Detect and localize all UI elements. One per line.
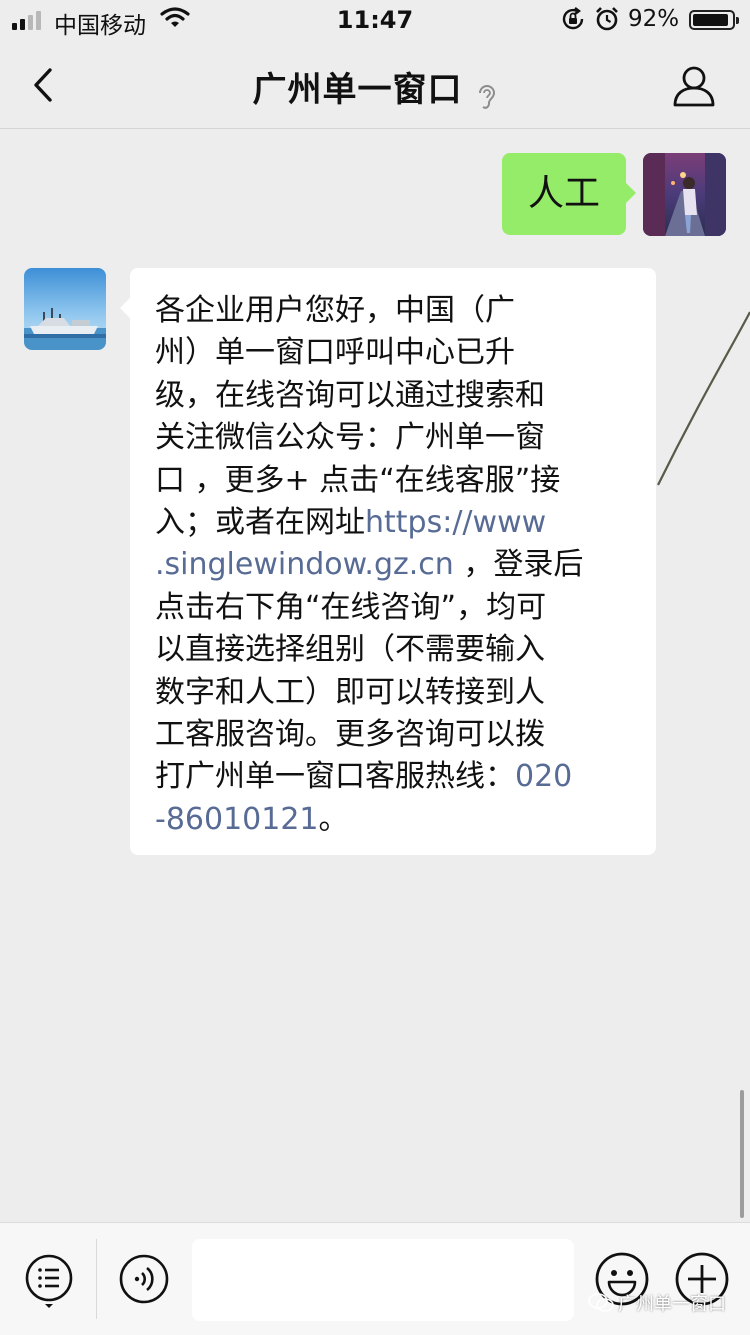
outgoing-message-text: 人工 (528, 173, 601, 214)
message-line: 点击右下角“在线咨询”，均可 (155, 587, 634, 629)
message-text: 数字和人工）即可以转接到人 (155, 674, 545, 710)
voice-icon[interactable] (118, 1253, 170, 1305)
message-line: 口 ，更多+ 点击“在线客服”接 (155, 460, 634, 502)
battery-icon (689, 10, 739, 30)
official-account-avatar-image (24, 268, 106, 350)
message-link[interactable]: .singlewindow.gz.cn (155, 547, 454, 582)
message-line: 级，在线咨询可以通过搜索和 (155, 375, 634, 417)
incoming-message-bubble[interactable]: 各企业用户您好，中国（广 州）单一窗口呼叫中心已升 级，在线咨询可以通过搜索和 关注微… (120, 268, 656, 855)
chat-input-bar (0, 1222, 750, 1335)
battery-percentage: 92% (628, 6, 680, 32)
outgoing-message-bubble[interactable]: 人工 (502, 153, 637, 235)
my-avatar-image (643, 153, 726, 236)
message-line: 工客服咨询。更多咨询可以拨 (155, 714, 634, 756)
orientation-lock-icon (562, 7, 584, 30)
chat-title-wrap: 广州单一窗口 (0, 62, 750, 112)
watermark: 广州单一窗口 (588, 1290, 726, 1316)
message-text: 工客服咨询。更多咨询可以拨 (155, 717, 545, 753)
message-line: 打广州单一窗口客服热线：020 (155, 756, 634, 798)
message-text: 入；或者在网址 (155, 505, 365, 541)
message-line: 以直接选择组别（不需要输入 (155, 629, 634, 671)
chat-title: 广州单一窗口 (252, 70, 463, 110)
message-text: 州）单一窗口呼叫中心已升 (155, 335, 515, 371)
message-text: 打广州单一窗口客服热线： (155, 759, 515, 795)
nav-bar: 广州单一窗口 (0, 40, 750, 129)
scrollbar-thumb[interactable] (740, 1090, 744, 1218)
official-account-avatar[interactable] (24, 268, 106, 350)
message-text: 各企业用户您好，中国（广 (155, 293, 515, 328)
message-text: 口 ，更多+ 点击“在线客服”接 (155, 462, 561, 498)
message-line: 州）单一窗口呼叫中心已升 (155, 332, 634, 374)
ear-icon (478, 84, 495, 109)
message-line: 数字和人工）即可以转接到人 (155, 672, 634, 714)
message-text: 点击右下角“在线咨询”，均可 (155, 589, 547, 625)
input-divider (96, 1239, 97, 1319)
message-text: 关注微信公众号：广州单一窗 (155, 420, 545, 456)
menu-list-icon[interactable] (24, 1253, 74, 1311)
wechat-logo-icon (588, 1293, 614, 1312)
message-line: 各企业用户您好，中国（广 (155, 290, 634, 332)
message-line: 关注微信公众号：广州单一窗 (155, 417, 634, 459)
alarm-icon (596, 7, 618, 31)
message-text: 以直接选择组别（不需要输入 (155, 632, 545, 668)
profile-icon[interactable] (668, 60, 720, 112)
message-link[interactable]: 020 (515, 759, 572, 794)
message-line: 入；或者在网址https://www (155, 502, 634, 544)
message-input[interactable] (192, 1239, 574, 1321)
message-text: 。 (318, 801, 349, 837)
message-link[interactable]: https://www (365, 505, 546, 540)
message-line: -86010121。 (155, 799, 634, 841)
message-link[interactable]: -86010121 (155, 802, 319, 837)
battery-level-fill (693, 14, 728, 26)
status-bar: 中国移动 11:47 92% (0, 0, 750, 40)
watermark-text: 广州单一窗口 (618, 1294, 726, 1315)
my-avatar[interactable] (643, 153, 726, 236)
message-text: 级，在线咨询可以通过搜索和 (155, 377, 545, 413)
message-text: ，登录后 (453, 547, 584, 583)
message-line: .singlewindow.gz.cn ，登录后 (155, 544, 634, 586)
